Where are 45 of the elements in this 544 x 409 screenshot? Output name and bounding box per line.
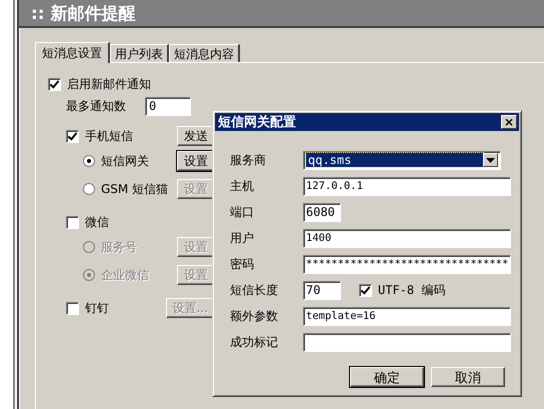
dialog-title: 短信网关配置 [218, 114, 296, 131]
dialog-button[interactable]: 确定 [350, 367, 424, 387]
input-field[interactable]: ******************************** [303, 254, 512, 274]
field-label: 用户 [230, 230, 255, 246]
tab[interactable]: 用户列表 [110, 44, 169, 62]
checkbox[interactable] [48, 78, 61, 90]
field-label: 端口 [230, 204, 255, 220]
field-label: 主机 [230, 178, 255, 194]
checkbox[interactable] [66, 216, 79, 228]
checkbox-label: 启用新邮件通知 [67, 76, 151, 92]
input-field[interactable]: 0 [145, 96, 191, 116]
button[interactable]: 发送 [177, 126, 215, 146]
checkbox[interactable] [66, 130, 79, 142]
window-title: :: 新邮件提醒 [31, 2, 136, 24]
radio-label: 企业微信 [101, 266, 149, 284]
radio-label: GSM 短信猫 [101, 180, 168, 198]
field-label: 服务商 [230, 152, 267, 168]
tab[interactable]: 短消息内容 [169, 44, 240, 62]
radio-button[interactable] [83, 155, 95, 167]
checkbox-label: 钉钉 [85, 300, 109, 316]
close-button[interactable]: × [501, 115, 517, 129]
radio-label: 短信网关 [101, 152, 149, 170]
field-label: 密码 [230, 256, 255, 272]
input-field[interactable]: 70 [303, 280, 341, 300]
radio-button[interactable] [83, 183, 95, 195]
field-label: 最多通知数 [66, 98, 127, 114]
caret-icon [486, 158, 495, 162]
radio-label: 服务号 [101, 238, 137, 256]
checkbox[interactable] [66, 302, 79, 314]
checkbox-label: 微信 [85, 214, 109, 230]
button[interactable]: 设置 [177, 151, 215, 171]
checkbox-label: 手机短信 [85, 128, 133, 144]
dialog-button[interactable]: 取消 [431, 367, 505, 387]
field-label: 短信长度 [230, 282, 279, 298]
input-field[interactable]: template=16 [303, 306, 511, 326]
field-label: 额外参数 [230, 308, 279, 324]
input-field[interactable]: 1400 [303, 228, 511, 248]
checkbox[interactable] [359, 284, 372, 296]
tab[interactable]: 短消息设置 [35, 42, 110, 63]
field-label: 成功标记 [230, 334, 279, 350]
input-field[interactable] [303, 332, 511, 352]
input-field[interactable]: 127.0.0.1 [303, 176, 511, 196]
checkbox-label: UTF-8 编码 [378, 282, 446, 298]
dropdown[interactable]: qq.sms [303, 150, 501, 170]
input-field[interactable]: 6080 [303, 202, 341, 222]
